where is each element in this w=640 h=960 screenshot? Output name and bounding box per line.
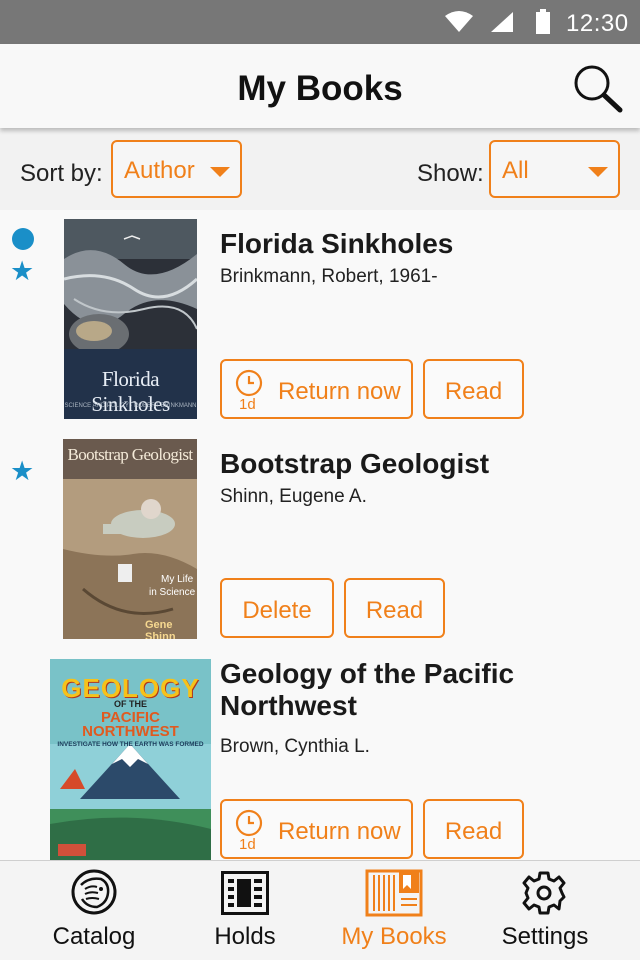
list-item[interactable]: GEOLOGY OF THE PACIFIC NORTHWEST INVESTI… <box>0 650 640 860</box>
read-button[interactable]: Read <box>344 578 445 638</box>
book-title[interactable]: Bootstrap Geologist <box>220 448 630 480</box>
battery-icon <box>536 9 550 34</box>
delete-label: Delete <box>242 597 312 624</box>
loan-days-remaining: 1d <box>239 836 256 853</box>
show-dropdown-value: All <box>502 157 529 184</box>
return-now-label: Return now <box>278 818 401 845</box>
nav-item-my-books[interactable]: My Books <box>314 861 474 960</box>
book-title[interactable]: Florida Sinkholes <box>220 228 630 260</box>
show-dropdown[interactable]: All <box>489 140 620 198</box>
cover-title: Florida Sinkholes <box>91 367 170 416</box>
gear-icon <box>522 871 566 915</box>
status-time: 12:30 <box>566 10 629 37</box>
cover-author: Gene Shinn <box>145 619 176 639</box>
unread-indicator-icon <box>12 228 34 250</box>
cover-title: NORTHWEST <box>82 723 179 740</box>
list-item[interactable]: ★ Bootstrap Geologist My Life in Science… <box>0 430 640 650</box>
cover-subtitle: SCIENCE AND POLICY · ROBERT BRINKMANN <box>64 403 197 409</box>
book-cover[interactable]: GEOLOGY OF THE PACIFIC NORTHWEST INVESTI… <box>50 659 211 860</box>
clock-icon <box>235 809 263 837</box>
bookshelf-icon <box>365 869 423 917</box>
search-icon[interactable] <box>570 62 626 116</box>
read-label: Read <box>365 597 424 624</box>
read-button[interactable]: Read <box>423 359 524 419</box>
read-label: Read <box>444 818 503 845</box>
app-bar: My Books <box>0 44 640 128</box>
star-icon[interactable]: ★ <box>10 258 34 285</box>
loan-days-remaining: 1d <box>239 396 256 413</box>
cover-art <box>63 439 197 639</box>
list-item[interactable]: ★ Florida Sinkholes SCIENCE AND POLICY ·… <box>0 210 640 430</box>
book-title[interactable]: Geology of the Pacific Northwest <box>220 658 630 722</box>
book-author: Brinkmann, Robert, 1961- <box>220 266 438 287</box>
wifi-icon <box>445 11 473 32</box>
delete-button[interactable]: Delete <box>220 578 334 638</box>
nav-item-holds[interactable]: Holds <box>165 861 325 960</box>
cover-subtitle: in Science <box>149 587 196 598</box>
read-button[interactable]: Read <box>423 799 524 859</box>
clock-icon <box>235 369 263 397</box>
book-cover[interactable]: Bootstrap Geologist My Life in Science G… <box>63 439 197 639</box>
cover-title: Bootstrap Geologist <box>67 445 193 464</box>
return-now-button[interactable]: 1d Return now <box>220 799 413 859</box>
book-author: Brown, Cynthia L. <box>220 736 370 757</box>
book-cover[interactable]: Florida Sinkholes SCIENCE AND POLICY · R… <box>64 219 197 419</box>
holds-list-icon <box>221 871 269 915</box>
sort-dropdown-value: Author <box>124 157 195 184</box>
cover-subtitle: My Life <box>161 574 194 585</box>
status-bar: 12:30 <box>0 0 640 44</box>
return-now-label: Return now <box>278 378 401 405</box>
page-title: My Books <box>237 69 403 108</box>
nav-label-my-books: My Books <box>341 923 447 950</box>
book-author: Shinn, Eugene A. <box>220 486 367 507</box>
filter-row: Sort by: Author Show: All <box>0 130 640 210</box>
cell-signal-icon <box>491 12 513 32</box>
sort-dropdown[interactable]: Author <box>111 140 242 198</box>
chevron-down-icon <box>210 167 230 177</box>
nav-item-catalog[interactable]: Catalog <box>14 861 174 960</box>
lion-logo-icon <box>71 869 117 915</box>
nav-label-holds: Holds <box>214 923 276 950</box>
nav-item-settings[interactable]: Settings <box>465 861 625 960</box>
nav-label-settings: Settings <box>501 923 589 950</box>
book-list[interactable]: ★ Florida Sinkholes SCIENCE AND POLICY ·… <box>0 210 640 860</box>
return-now-button[interactable]: 1d Return now <box>220 359 413 419</box>
chevron-down-icon <box>588 167 608 177</box>
cover-tagline: INVESTIGATE HOW THE EARTH WAS FORMED <box>57 741 204 748</box>
nav-label-catalog: Catalog <box>52 923 136 950</box>
sort-label: Sort by: <box>20 160 103 187</box>
bottom-nav: Catalog Holds My Books Settings <box>0 860 640 960</box>
read-label: Read <box>444 378 503 405</box>
show-label: Show: <box>417 160 484 187</box>
cover-title: OF THE <box>114 699 147 709</box>
star-icon[interactable]: ★ <box>10 458 34 485</box>
